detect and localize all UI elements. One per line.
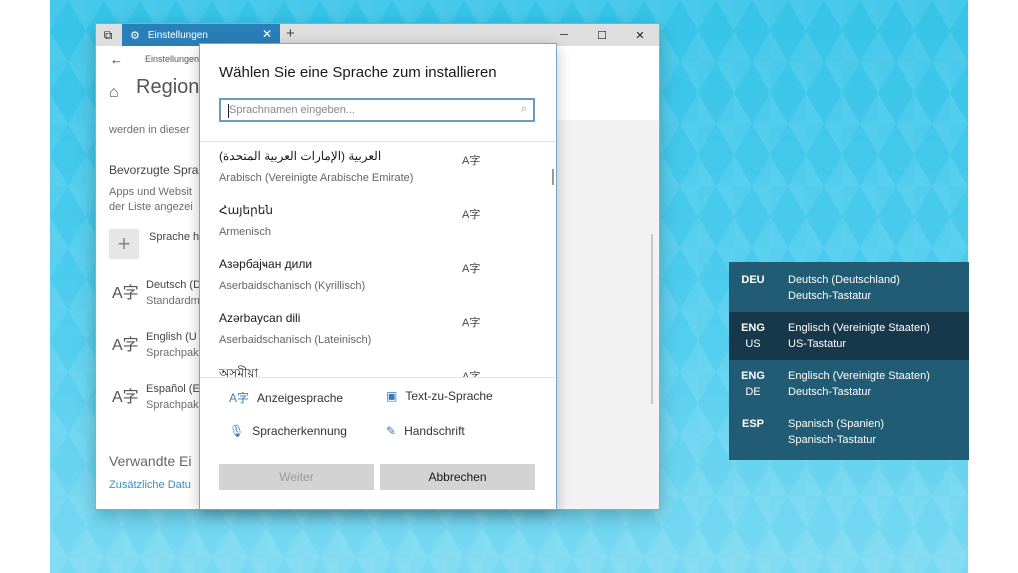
related-settings-link[interactable]: Zusätzliche Datu	[109, 479, 191, 491]
dialog-title: Wählen Sie eine Sprache zum installieren	[219, 64, 497, 81]
list-item[interactable]: Azərbaycan dili Aserbaidschanisch (Latei…	[200, 306, 540, 360]
list-item[interactable]: Հայերեն Armenisch A字	[200, 198, 540, 252]
feature-handwriting: ✎ Handschrift	[386, 424, 465, 438]
language-icon: A字	[112, 389, 139, 406]
language-name[interactable]: Español (E	[146, 383, 200, 395]
language-code: ESP	[741, 418, 764, 430]
handwriting-icon: ✎	[386, 424, 397, 438]
input-language-item[interactable]: ESP Spanisch (Spanien) Spanisch-Tastatur	[729, 408, 969, 456]
language-code: DEU	[741, 274, 765, 286]
display-language-icon: A字	[462, 209, 481, 221]
feature-speech-recognition: 🎙 Spracherkennung	[229, 424, 347, 438]
page-description: werden in dieser	[109, 124, 190, 136]
feature-display-language: A字 Anzeigesprache	[229, 389, 343, 406]
display-language-icon: A字	[462, 371, 481, 377]
keyboard-name: US-Tastatur	[788, 338, 847, 350]
language-name: Aserbaidschanisch (Lateinisch)	[219, 334, 372, 346]
language-list: العربية (الإمارات العربية المتحدة) Arabi…	[200, 144, 556, 377]
keyboard-name: Spanisch-Tastatur	[788, 434, 877, 446]
language-name: Spanisch (Spanien)	[788, 418, 885, 430]
settings-side-panel	[557, 120, 659, 509]
language-name: Arabisch (Vereinigte Arabische Emirate)	[219, 172, 414, 184]
divider	[200, 141, 556, 142]
title-bar: ⧉ ⚙ Einstellungen ✕ + ─ ☐ ✕	[96, 24, 659, 46]
list-scrollbar[interactable]	[552, 169, 554, 185]
task-view-icon[interactable]: ⧉	[96, 24, 120, 46]
minimize-button[interactable]: ─	[545, 24, 583, 46]
list-item[interactable]: العربية (الإمارات العربية المتحدة) Arabi…	[200, 144, 540, 198]
language-name: Englisch (Vereinigte Staaten)	[788, 322, 930, 334]
language-sub: Sprachpak	[146, 399, 199, 411]
feature-label: Handschrift	[404, 424, 465, 438]
new-tab-button[interactable]: +	[286, 25, 295, 42]
search-placeholder: Sprachnamen eingeben...	[229, 104, 355, 116]
choose-language-dialog: Wählen Sie eine Sprache zum installieren…	[200, 44, 556, 509]
breadcrumb: Einstellungen	[145, 54, 200, 64]
tab-settings[interactable]: ⚙ Einstellungen ✕	[122, 24, 280, 46]
input-language-item-selected[interactable]: ENG US Englisch (Vereinigte Staaten) US-…	[729, 312, 969, 360]
feature-label: Anzeigesprache	[257, 391, 344, 405]
language-code: ENG	[741, 370, 765, 382]
language-icon: A字	[112, 337, 139, 354]
next-button[interactable]: Weiter	[219, 464, 374, 490]
cancel-button[interactable]: Abbrechen	[380, 464, 535, 490]
microphone-icon: 🎙	[229, 424, 245, 438]
close-tab-icon[interactable]: ✕	[262, 27, 272, 41]
close-button[interactable]: ✕	[621, 24, 659, 46]
input-language-flyout: DEU Deutsch (Deutschland) Deutsch-Tastat…	[729, 262, 969, 460]
language-sub: Standardm	[146, 295, 200, 307]
related-settings-heading: Verwandte Ei	[109, 453, 192, 469]
language-variant: US	[745, 338, 761, 350]
native-language-name: Հայերեն	[219, 203, 273, 217]
tab-title: Einstellungen	[147, 29, 208, 41]
language-sub: Sprachpak	[146, 347, 199, 359]
home-icon: ⌂	[109, 84, 119, 101]
language-variant: DE	[745, 386, 761, 398]
language-code: ENG	[741, 322, 765, 334]
search-icon[interactable]: ⌕	[521, 103, 527, 116]
settings-scrollbar[interactable]	[651, 234, 653, 404]
maximize-button[interactable]: ☐	[583, 24, 621, 46]
list-item[interactable]: Азәрбајҹан дили Aserbaidschanisch (Kyril…	[200, 252, 540, 306]
input-language-item[interactable]: DEU Deutsch (Deutschland) Deutsch-Tastat…	[729, 264, 969, 312]
display-language-icon: A字	[462, 155, 481, 167]
native-language-name: অসমীয়া	[219, 366, 258, 377]
page-title: Region	[136, 76, 200, 98]
add-language-label: Sprache h	[149, 231, 200, 243]
feature-label: Text-zu-Sprache	[405, 389, 493, 403]
divider	[200, 377, 556, 378]
input-language-item[interactable]: ENG DE Englisch (Vereinigte Staaten) Deu…	[729, 360, 969, 408]
display-language-icon: A字	[229, 391, 250, 405]
language-name: Englisch (Vereinigte Staaten)	[788, 370, 930, 382]
display-language-icon: A字	[462, 263, 481, 275]
native-language-name: Azərbaycan dili	[219, 311, 301, 325]
native-language-name: Азәрбајҹан дили	[219, 257, 313, 271]
language-name: Aserbaidschanisch (Kyrillisch)	[219, 280, 366, 292]
keyboard-name: Deutsch-Tastatur	[788, 290, 872, 302]
list-item[interactable]: অসমীয়া A字	[200, 360, 540, 377]
language-name: Deutsch (Deutschland)	[788, 274, 900, 286]
language-name: Armenisch	[219, 226, 271, 238]
feature-text-to-speech: ▣ Text-zu-Sprache	[386, 389, 493, 403]
language-name[interactable]: Deutsch (D	[146, 279, 201, 291]
apps-text-line-2: der Liste angezei	[109, 201, 193, 213]
feature-label: Spracherkennung	[252, 424, 347, 438]
preferred-languages-heading: Bevorzugte Sprac	[109, 163, 205, 177]
language-icon: A字	[112, 285, 139, 302]
text-to-speech-icon: ▣	[386, 389, 398, 403]
keyboard-name: Deutsch-Tastatur	[788, 386, 872, 398]
native-language-name: العربية (الإمارات العربية المتحدة)	[219, 149, 382, 163]
language-name[interactable]: English (U	[146, 331, 197, 343]
apps-text-line-1: Apps und Websit	[109, 186, 192, 198]
back-arrow-icon[interactable]: ←	[110, 52, 123, 67]
language-search-input[interactable]: Sprachnamen eingeben... ⌕	[219, 98, 535, 122]
gear-icon: ⚙	[130, 29, 140, 42]
display-language-icon: A字	[462, 317, 481, 329]
add-language-button[interactable]: +	[109, 229, 139, 259]
